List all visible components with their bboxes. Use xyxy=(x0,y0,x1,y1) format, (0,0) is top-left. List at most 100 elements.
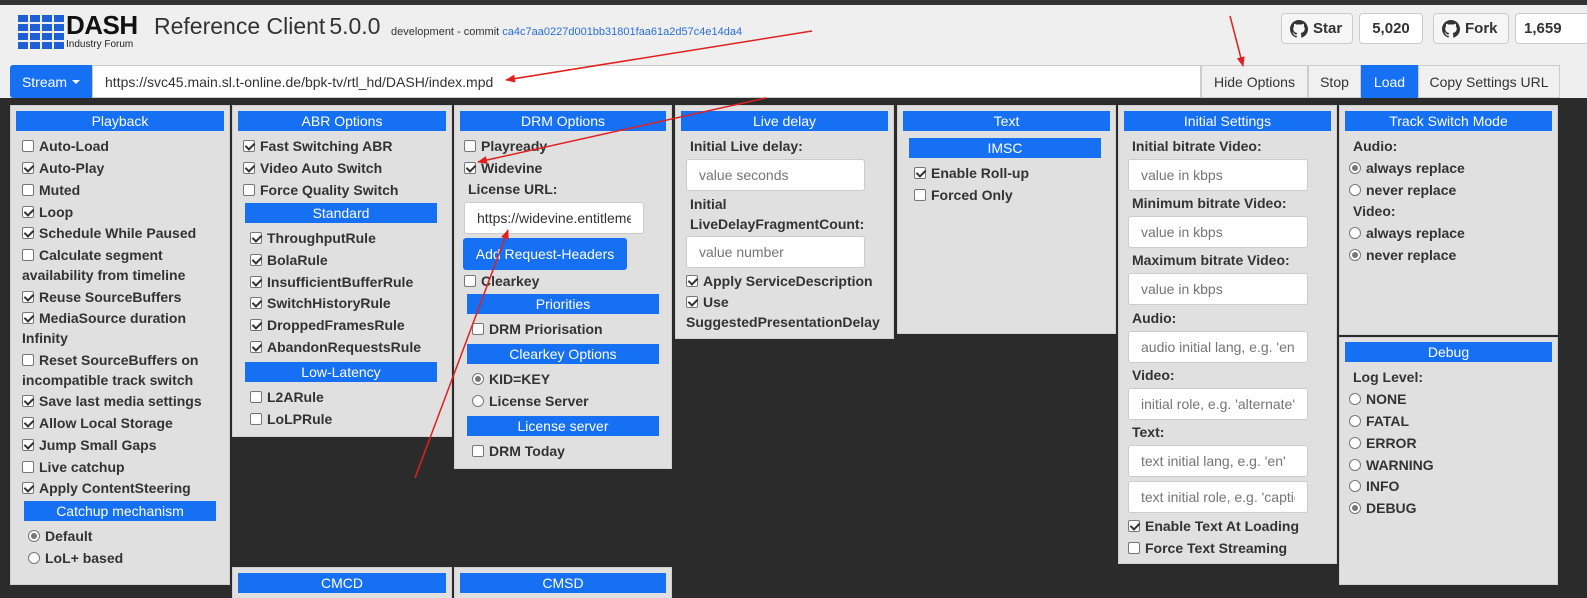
star-count[interactable]: 5,020 xyxy=(1359,13,1423,44)
fragment-count-input[interactable] xyxy=(686,236,865,268)
video-never-replace-radio[interactable] xyxy=(1349,249,1361,261)
enable-text-at-loading-option[interactable]: Enable Text At Loading xyxy=(1128,516,1299,536)
allow-local-storage-checkbox[interactable] xyxy=(22,417,34,429)
video-auto-switch-checkbox[interactable] xyxy=(243,162,255,174)
bola-rule-option[interactable]: BolaRule xyxy=(250,250,328,270)
drm-today-option[interactable]: DRM Today xyxy=(472,441,565,461)
drm-today-checkbox[interactable] xyxy=(472,445,484,457)
switch-history-rule-option[interactable]: SwitchHistoryRule xyxy=(250,293,391,313)
forced-only-option[interactable]: Forced Only xyxy=(914,185,1013,205)
initial-text-lang-input[interactable] xyxy=(1128,445,1308,477)
loop-checkbox[interactable] xyxy=(22,206,34,218)
initial-live-delay-input[interactable] xyxy=(686,159,865,191)
auto-play-checkbox[interactable] xyxy=(22,162,34,174)
log-level-debug-option[interactable]: DEBUG xyxy=(1349,498,1417,518)
log-level-none-radio[interactable] xyxy=(1349,393,1361,405)
reuse-sourcebuffers-checkbox[interactable] xyxy=(22,291,34,303)
fast-switching-abr-checkbox[interactable] xyxy=(243,140,255,152)
reset-sourcebuffers-checkbox[interactable] xyxy=(22,354,34,366)
audio-never-replace-radio[interactable] xyxy=(1349,184,1361,196)
use-suggested-delay-option[interactable]: Use SuggestedPresentationDelay xyxy=(686,292,891,332)
audio-always-replace-option[interactable]: always replace xyxy=(1349,158,1465,178)
auto-load-option[interactable]: Auto-Load xyxy=(22,136,109,156)
l2a-rule-option[interactable]: L2ARule xyxy=(250,387,324,407)
license-server-radio[interactable] xyxy=(472,395,484,407)
license-server-option[interactable]: License Server xyxy=(472,391,589,411)
github-fork-button[interactable]: Fork xyxy=(1433,13,1509,44)
mediasource-duration-infinity-checkbox[interactable] xyxy=(22,312,34,324)
apply-service-description-checkbox[interactable] xyxy=(686,275,698,287)
video-never-replace-option[interactable]: never replace xyxy=(1349,245,1456,265)
playready-checkbox[interactable] xyxy=(464,140,476,152)
calculate-segment-availability-checkbox[interactable] xyxy=(22,249,34,261)
initial-audio-input[interactable] xyxy=(1128,331,1308,363)
audio-always-replace-radio[interactable] xyxy=(1349,162,1361,174)
catchup-default-option[interactable]: Default xyxy=(28,526,92,546)
abandon-requests-rule-option[interactable]: AbandonRequestsRule xyxy=(250,337,421,357)
minimum-bitrate-video-input[interactable] xyxy=(1128,216,1308,248)
drm-priorisation-option[interactable]: DRM Priorisation xyxy=(472,319,603,339)
github-star-button[interactable]: Star xyxy=(1281,13,1353,44)
playready-option[interactable]: Playready xyxy=(464,136,547,156)
force-quality-switch-option[interactable]: Force Quality Switch xyxy=(243,180,398,200)
reuse-sourcebuffers-option[interactable]: Reuse SourceBuffers xyxy=(22,287,181,307)
log-level-debug-radio[interactable] xyxy=(1349,502,1361,514)
allow-local-storage-option[interactable]: Allow Local Storage xyxy=(22,413,173,433)
log-level-none-option[interactable]: NONE xyxy=(1349,389,1406,409)
clearkey-checkbox[interactable] xyxy=(464,275,476,287)
log-level-fatal-option[interactable]: FATAL xyxy=(1349,411,1409,431)
jump-small-gaps-checkbox[interactable] xyxy=(22,439,34,451)
reset-sourcebuffers-option[interactable]: Reset SourceBuffers on incompatible trac… xyxy=(22,350,222,390)
drm-priorisation-checkbox[interactable] xyxy=(472,323,484,335)
force-quality-switch-checkbox[interactable] xyxy=(243,184,255,196)
loop-option[interactable]: Loop xyxy=(22,202,73,222)
lolp-rule-option[interactable]: LoLPRule xyxy=(250,409,332,429)
kid-key-radio[interactable] xyxy=(472,373,484,385)
log-level-fatal-radio[interactable] xyxy=(1349,415,1361,427)
enable-text-at-loading-checkbox[interactable] xyxy=(1128,520,1140,532)
force-text-streaming-option[interactable]: Force Text Streaming xyxy=(1128,538,1287,558)
stream-url-input[interactable] xyxy=(92,65,1201,98)
save-last-media-settings-checkbox[interactable] xyxy=(22,395,34,407)
mediasource-duration-infinity-option[interactable]: MediaSource duration Infinity xyxy=(22,308,222,348)
live-catchup-checkbox[interactable] xyxy=(22,461,34,473)
license-url-input[interactable] xyxy=(464,202,644,234)
insufficient-buffer-rule-option[interactable]: InsufficientBufferRule xyxy=(250,272,413,292)
l2a-rule-checkbox[interactable] xyxy=(250,391,262,403)
force-text-streaming-checkbox[interactable] xyxy=(1128,542,1140,554)
catchup-lolplus-radio[interactable] xyxy=(28,552,40,564)
apply-service-description-option[interactable]: Apply ServiceDescription xyxy=(686,271,873,291)
muted-option[interactable]: Muted xyxy=(22,180,80,200)
fork-count[interactable]: 1,659 xyxy=(1515,13,1587,44)
copy-settings-url-button[interactable]: Copy Settings URL xyxy=(1418,65,1560,98)
audio-never-replace-option[interactable]: never replace xyxy=(1349,180,1456,200)
schedule-while-paused-checkbox[interactable] xyxy=(22,227,34,239)
enable-rollup-option[interactable]: Enable Roll-up xyxy=(914,163,1029,183)
apply-contentsteering-option[interactable]: Apply ContentSteering xyxy=(22,478,191,498)
stream-dropdown-button[interactable]: Stream xyxy=(10,65,92,98)
log-level-warning-radio[interactable] xyxy=(1349,459,1361,471)
dash-logo[interactable]: DASH Industry Forum xyxy=(18,10,146,53)
live-catchup-option[interactable]: Live catchup xyxy=(22,457,125,477)
initial-text-role-input[interactable] xyxy=(1128,481,1308,513)
log-level-info-radio[interactable] xyxy=(1349,480,1361,492)
auto-play-option[interactable]: Auto-Play xyxy=(22,158,104,178)
initial-bitrate-video-input[interactable] xyxy=(1128,159,1308,191)
widevine-option[interactable]: Widevine xyxy=(464,158,542,178)
hide-options-button[interactable]: Hide Options xyxy=(1201,65,1308,98)
lolp-rule-checkbox[interactable] xyxy=(250,413,262,425)
stop-button[interactable]: Stop xyxy=(1308,65,1361,98)
log-level-info-option[interactable]: INFO xyxy=(1349,476,1399,496)
dropped-frames-rule-option[interactable]: DroppedFramesRule xyxy=(250,315,405,335)
commit-hash-link[interactable]: ca4c7aa0227d001bb31801faa61a2d57c4e14da4 xyxy=(502,26,742,38)
auto-load-checkbox[interactable] xyxy=(22,140,34,152)
fast-switching-abr-option[interactable]: Fast Switching ABR xyxy=(243,136,393,156)
catchup-lolplus-option[interactable]: LoL+ based xyxy=(28,548,123,568)
add-request-headers-button[interactable]: Add Request-Headers xyxy=(463,238,627,270)
throughput-rule-checkbox[interactable] xyxy=(250,232,262,244)
dropped-frames-rule-checkbox[interactable] xyxy=(250,319,262,331)
widevine-checkbox[interactable] xyxy=(464,162,476,174)
abandon-requests-rule-checkbox[interactable] xyxy=(250,341,262,353)
log-level-error-radio[interactable] xyxy=(1349,437,1361,449)
insufficient-buffer-rule-checkbox[interactable] xyxy=(250,276,262,288)
